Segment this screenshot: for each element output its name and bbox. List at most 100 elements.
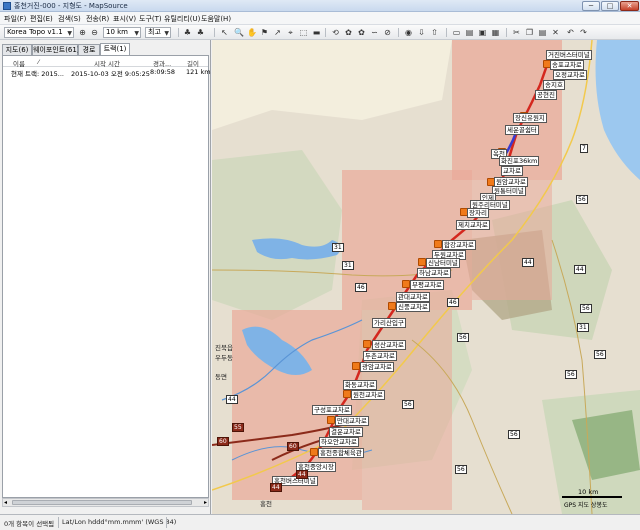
zoom-out-icon[interactable]: ⊖: [90, 28, 99, 37]
find-places-nearby-icon[interactable]: ♣: [196, 28, 205, 37]
zoom-tool-icon[interactable]: 🔍: [234, 28, 244, 37]
measure-tool-icon[interactable]: ▬: [312, 28, 321, 37]
track-tool-icon[interactable]: ⟲: [331, 28, 340, 37]
scrollbar-thumb[interactable]: [12, 500, 192, 505]
waypoint-label[interactable]: 송포교차로: [550, 60, 584, 70]
scroll-right-icon[interactable]: ▸: [204, 499, 207, 506]
tab-routes[interactable]: 경로: [78, 44, 100, 55]
paste-icon[interactable]: ▤: [538, 28, 547, 37]
waypoint-label[interactable]: 화동교차로: [343, 380, 377, 390]
waypoint-icon[interactable]: [418, 258, 426, 266]
column-name[interactable]: 이름: [13, 58, 25, 68]
waypoint-label[interactable]: 광암교차로: [360, 362, 394, 372]
waypoint-label[interactable]: 화진포36km: [499, 156, 540, 166]
menu-file[interactable]: 파일(F): [4, 14, 26, 24]
tab-tracks[interactable]: 트랙(1): [100, 43, 130, 55]
waypoint-label[interactable]: 하남교차로: [417, 268, 451, 278]
waypoint-label[interactable]: 홍천종합체육관: [318, 448, 364, 458]
scroll-left-icon[interactable]: ◂: [4, 499, 7, 506]
delete-icon[interactable]: ✕: [551, 28, 560, 37]
route-number: 44: [574, 265, 586, 274]
waypoint-label[interactable]: 제치교차로: [456, 220, 490, 230]
waypoint-icon[interactable]: [363, 340, 371, 348]
waypoint-label[interactable]: 관대교차로: [396, 292, 430, 302]
waypoint-label[interactable]: 원천교차로: [351, 390, 385, 400]
track-color-icon[interactable]: ✿: [344, 28, 353, 37]
track-list-scrollbar[interactable]: ◂ ▸: [2, 498, 209, 507]
print-icon[interactable]: ▦: [491, 28, 500, 37]
waypoint-icon[interactable]: [434, 240, 442, 248]
waypoint-label[interactable]: 공현진: [535, 90, 557, 100]
menu-view[interactable]: 표시(V): [113, 14, 136, 24]
close-button[interactable]: ✕: [620, 1, 639, 11]
send-to-device-icon[interactable]: ⇧: [430, 28, 439, 37]
column-start-time[interactable]: 시작 시간: [94, 58, 120, 68]
place-name: 동면: [215, 373, 227, 381]
waypoint-label[interactable]: 결운교차로: [329, 427, 363, 437]
menu-edit[interactable]: 편집(E): [30, 14, 53, 24]
track-split-icon[interactable]: ⊘: [383, 28, 392, 37]
waypoint-label[interactable]: 가리산입구: [372, 318, 406, 328]
waypoint-label[interactable]: 교차로: [501, 166, 523, 176]
waypoint-label[interactable]: 오정교차로: [553, 70, 587, 80]
waypoint-icon[interactable]: [402, 280, 410, 288]
receive-from-device-icon[interactable]: ⇩: [417, 28, 426, 37]
tab-maps[interactable]: 지도(6): [2, 44, 32, 55]
pointer-tool-icon[interactable]: ⌖: [286, 28, 295, 37]
menu-transfer[interactable]: 전송(R): [86, 14, 109, 24]
binoculars-icon[interactable]: ◉: [404, 28, 413, 37]
hand-tool-icon[interactable]: ✋: [247, 28, 257, 37]
menu-tools[interactable]: 도구(T): [139, 14, 162, 24]
waypoint-label[interactable]: 부평교차로: [410, 280, 444, 290]
waypoint-label[interactable]: 성산교차로: [372, 340, 406, 350]
track-row[interactable]: 현재 트랙: 2015... 2015-10-03 오전 9:05:25 8:0…: [3, 68, 211, 78]
zoom-in-icon[interactable]: ⊕: [78, 28, 87, 37]
route-number: 31: [577, 323, 589, 332]
waypoint-label[interactable]: 하오안교차로: [319, 437, 359, 447]
waypoint-icon[interactable]: [327, 416, 335, 424]
map-tool-icon[interactable]: ↖: [220, 28, 229, 37]
waypoint-label[interactable]: 두촌교차로: [363, 351, 397, 361]
waypoint-tool-icon[interactable]: ⚑: [260, 28, 269, 37]
waypoint-label[interactable]: 신풍교차로: [396, 302, 430, 312]
find-places-icon[interactable]: ♣: [183, 28, 192, 37]
waypoint-icon[interactable]: [310, 448, 318, 456]
tab-waypoints[interactable]: 웨이포인트(61): [32, 44, 80, 55]
menu-utilities[interactable]: 유틸리티(U): [164, 14, 200, 24]
route-tool-icon[interactable]: ↗: [273, 28, 282, 37]
map-product-select[interactable]: Korea Topo v1.1 ▼: [4, 27, 74, 38]
menu-help[interactable]: 도움말(H): [201, 14, 231, 24]
column-length[interactable]: 길이: [187, 58, 199, 68]
waypoint-label[interactable]: 원통터미널: [492, 186, 526, 196]
waypoint-label[interactable]: 거진버스터미널: [546, 50, 592, 60]
undo-icon[interactable]: ↶: [566, 28, 575, 37]
waypoint-label[interactable]: 세운골쉼터: [505, 125, 539, 135]
cut-icon[interactable]: ✂: [512, 28, 521, 37]
menu-search[interactable]: 검색(S): [58, 14, 81, 24]
save-icon[interactable]: ▣: [478, 28, 487, 37]
column-elapsed[interactable]: 경과...: [153, 58, 171, 68]
waypoint-label[interactable]: 합강교차로: [442, 240, 476, 250]
minimize-button[interactable]: ─: [582, 1, 600, 11]
waypoint-icon[interactable]: [352, 362, 360, 370]
copy-icon[interactable]: ❐: [525, 28, 534, 37]
detail-select[interactable]: 최고 ▼: [145, 27, 171, 38]
waypoint-label[interactable]: 장자리: [467, 208, 489, 218]
waypoint-label[interactable]: 구성포교차로: [312, 405, 352, 415]
waypoint-icon[interactable]: [388, 302, 396, 310]
map-view[interactable]: 거진버스터미널 송포교차로 오정교차로 송지호 공현진 장신유원지 세운골쉼터 …: [212, 40, 640, 514]
waypoint-label[interactable]: 송지호: [543, 80, 565, 90]
zoom-level-select[interactable]: 10 km ▼: [103, 27, 141, 38]
maximize-button[interactable]: □: [601, 1, 619, 11]
waypoint-label[interactable]: 만대교차로: [335, 416, 369, 426]
selection-tool-icon[interactable]: ⬚: [299, 28, 308, 37]
open-file-icon[interactable]: ▤: [465, 28, 474, 37]
title-bar: 홍천거진-000 - 지형도 - MapSource ─ □ ✕: [0, 0, 640, 12]
waypoint-label[interactable]: 신남터미널: [426, 258, 460, 268]
waypoint-label[interactable]: 장신유원지: [513, 113, 547, 123]
waypoint-icon[interactable]: [343, 390, 351, 398]
track-join-icon[interactable]: ∽: [370, 28, 379, 37]
redo-icon[interactable]: ↷: [579, 28, 588, 37]
track-filter-icon[interactable]: ✿: [357, 28, 366, 37]
new-file-icon[interactable]: ▭: [452, 28, 461, 37]
